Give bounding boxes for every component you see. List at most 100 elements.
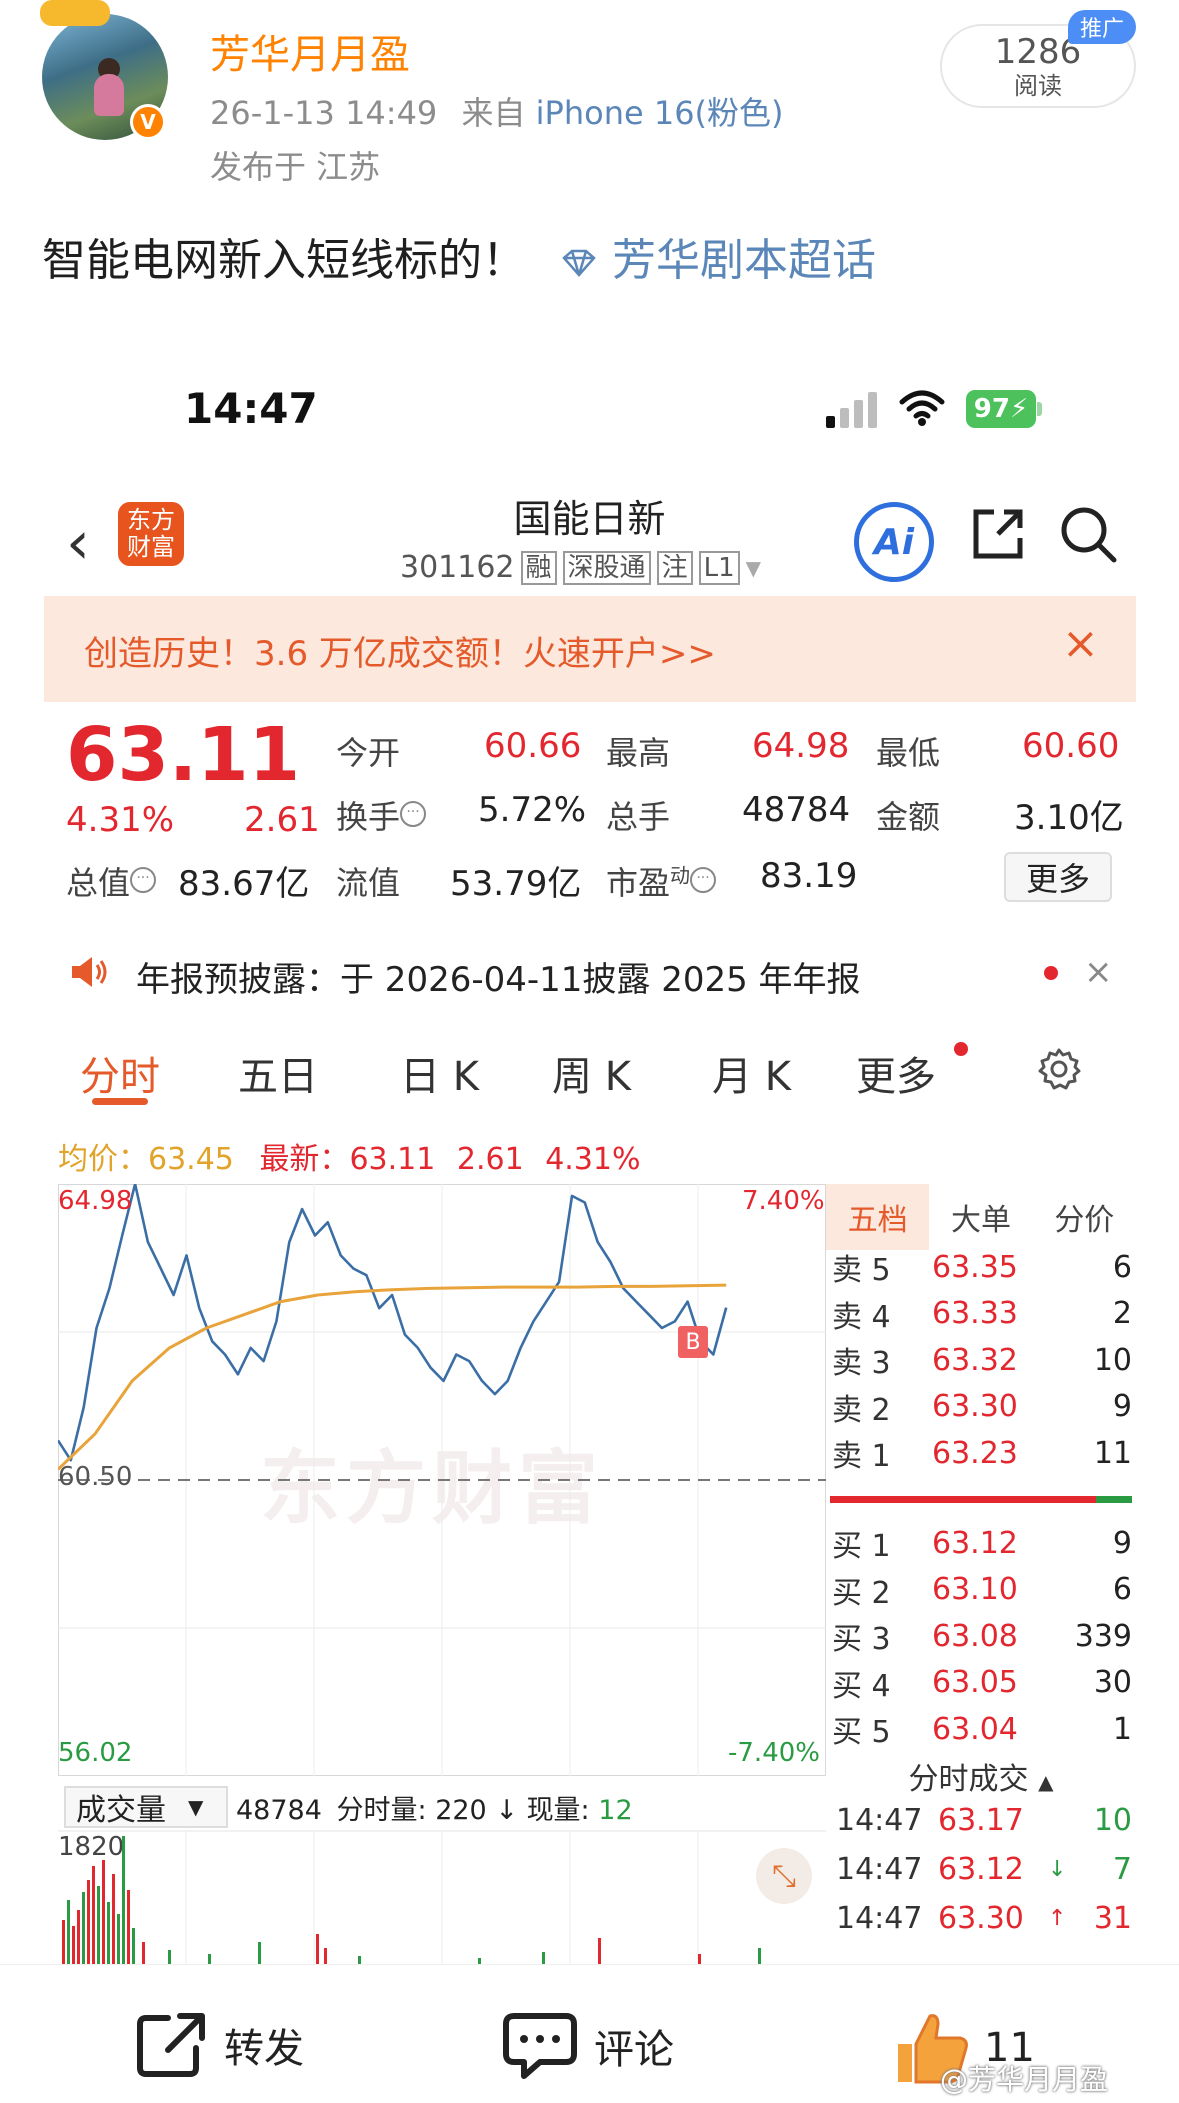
bid-price: 63.04 <box>932 1711 1018 1747</box>
wifi-icon <box>899 390 945 426</box>
tab-monthly-k[interactable]: 月 K <box>712 1044 791 1102</box>
tab-price-distribution[interactable]: 分价 <box>1033 1184 1136 1250</box>
comment-button[interactable]: 评论 <box>500 2010 674 2082</box>
volume-chart <box>58 1830 826 1966</box>
tick-price: 63.30 <box>938 1900 1024 1936</box>
bid-volume: 339 <box>1074 1618 1132 1654</box>
tick-price: 63.17 <box>938 1802 1024 1838</box>
close-icon[interactable]: × <box>1084 952 1113 992</box>
battery-level: 97 <box>973 394 1010 424</box>
comment-label: 评论 <box>594 2027 674 2073</box>
volume-indicator-select[interactable]: 成交量 ▼ <box>64 1786 228 1828</box>
latest-price: 63.11 <box>349 1142 436 1177</box>
quote-value: 60.66 <box>484 726 582 766</box>
search-icon[interactable] <box>1058 504 1118 564</box>
info-icon[interactable]: ··· <box>400 801 427 828</box>
ask-price: 63.35 <box>932 1249 1018 1285</box>
tab-weekly-k[interactable]: 周 K <box>552 1044 631 1102</box>
diamond-icon <box>562 249 596 277</box>
latest-change: 2.61 <box>456 1142 524 1177</box>
tick-arrow-icon: ↓ <box>1048 1856 1067 1882</box>
chevron-down-icon: ▼ <box>188 1795 204 1819</box>
tick-row: 14:47 63.17 10 <box>836 1796 1132 1844</box>
y-axis-mid-label: 60.50 <box>58 1462 133 1492</box>
stock-code-row[interactable]: 301162 融 深股通 注 L1 ▼ <box>400 550 761 585</box>
bid-volume: 6 <box>1112 1572 1132 1608</box>
change-percent: 4.31% <box>66 800 175 840</box>
quote-label: 流值 <box>336 864 401 902</box>
close-icon[interactable]: × <box>1062 618 1099 669</box>
quote-label: 换手 ··· <box>336 792 427 838</box>
tick-time: 14:47 <box>836 1802 923 1838</box>
tab-large-orders[interactable]: 大单 <box>929 1184 1032 1250</box>
buy-marker[interactable]: B <box>678 1326 708 1358</box>
ask-row: 卖 4 63.33 2 <box>832 1291 1132 1337</box>
ask-row: 卖 5 63.35 6 <box>832 1244 1132 1290</box>
quote-label: 今开 <box>336 734 401 772</box>
bid-row: 买 1 63.12 9 <box>832 1520 1132 1566</box>
quote-value: 48784 <box>742 790 851 830</box>
y-axis-top-label: 64.98 <box>58 1186 133 1216</box>
bid-row: 买 2 63.10 6 <box>832 1567 1132 1613</box>
bid-volume: 30 <box>1093 1665 1132 1701</box>
tab-five-level[interactable]: 五档 <box>826 1184 930 1250</box>
ai-button[interactable]: Ai <box>854 502 934 582</box>
volume-bars <box>62 1836 761 1966</box>
verified-icon: V <box>130 104 166 140</box>
battery-tip <box>1037 402 1042 416</box>
quote-value: 83.67亿 <box>178 864 310 904</box>
tick-row: 14:47 63.30 ↑ 31 <box>836 1894 1132 1942</box>
bid-volume: 1 <box>1112 1711 1132 1747</box>
bid-row: 买 3 63.08 339 <box>832 1613 1132 1659</box>
avatar-badge <box>40 0 110 26</box>
bid-price: 63.08 <box>932 1618 1018 1654</box>
current-price: 63.11 <box>66 712 301 798</box>
post-from-label: 来自 <box>461 94 526 132</box>
tab-daily-k[interactable]: 日 K <box>400 1044 479 1102</box>
chart-summary: 均价：63.45 最新：63.11 2.61 4.31% <box>58 1134 641 1178</box>
y-axis-right-bottom-label: -7.40% <box>728 1738 820 1768</box>
tab-more[interactable]: 更多 <box>856 1044 936 1102</box>
intraday-chart[interactable] <box>58 1184 826 1776</box>
topic-name: 芳华剧本超话 <box>612 235 876 286</box>
buy-sell-ratio-bar <box>830 1496 1132 1503</box>
tick-trades-header[interactable]: 分时成交 ▲ <box>826 1754 1136 1798</box>
tab-intraday[interactable]: 分时 <box>80 1044 160 1102</box>
active-tab-indicator <box>92 1098 148 1105</box>
repost-button[interactable]: 转发 <box>134 2010 304 2080</box>
avg-price: 63.45 <box>148 1142 234 1177</box>
bid-level-label: 买 1 <box>832 1529 891 1564</box>
notice-text[interactable]: 年报预披露：于 2026-04-11披露 2025 年年报 <box>136 952 861 1001</box>
quote-label: 金额 <box>876 798 941 836</box>
ask-volume: 10 <box>1093 1342 1132 1378</box>
volume-info: 48784 分时量: 220 ↓ 现量: 12 <box>236 1788 633 1827</box>
current-volume: 12 <box>598 1795 633 1826</box>
volume-total: 48784 <box>236 1795 322 1826</box>
promo-banner-text[interactable]: 创造历史！3.6 万亿成交额！火速开户>> <box>84 626 716 675</box>
stock-tag: L1 <box>698 550 740 585</box>
tick-price: 63.12 <box>938 1851 1024 1887</box>
post-device[interactable]: iPhone 16(粉色) <box>536 94 784 132</box>
battery-icon: 97 ⚡ <box>966 390 1036 428</box>
tab-five-day[interactable]: 五日 <box>238 1044 318 1102</box>
tick-time: 14:47 <box>836 1900 923 1936</box>
quote-label-text: 市盈 <box>606 864 671 902</box>
tick-arrow-icon: ↑ <box>1048 1905 1067 1931</box>
dropdown-icon[interactable]: ▼ <box>746 556 761 580</box>
more-button[interactable]: 更多 <box>1004 852 1112 902</box>
info-icon[interactable]: ··· <box>690 867 717 894</box>
share-icon[interactable] <box>968 504 1028 564</box>
tick-volume: 10 <box>1093 1802 1132 1838</box>
info-icon[interactable]: ··· <box>130 867 157 894</box>
post-text: 智能电网新入短线标的！ 芳华剧本超话 <box>42 224 876 288</box>
quote-value: 64.98 <box>752 726 850 766</box>
topic-link[interactable]: 芳华剧本超话 <box>560 235 876 286</box>
status-time: 14:47 <box>184 384 318 433</box>
bid-price: 63.12 <box>932 1525 1018 1561</box>
expand-icon[interactable]: ⤡ <box>756 1848 812 1904</box>
order-book-tabs: 五档 大单 分价 <box>826 1184 1136 1250</box>
quote-label: 总值 ··· <box>66 858 157 904</box>
username[interactable]: 芳华月月盈 <box>210 22 410 80</box>
gear-icon[interactable] <box>1036 1046 1082 1092</box>
current-volume-label: 现量: <box>526 1795 590 1826</box>
